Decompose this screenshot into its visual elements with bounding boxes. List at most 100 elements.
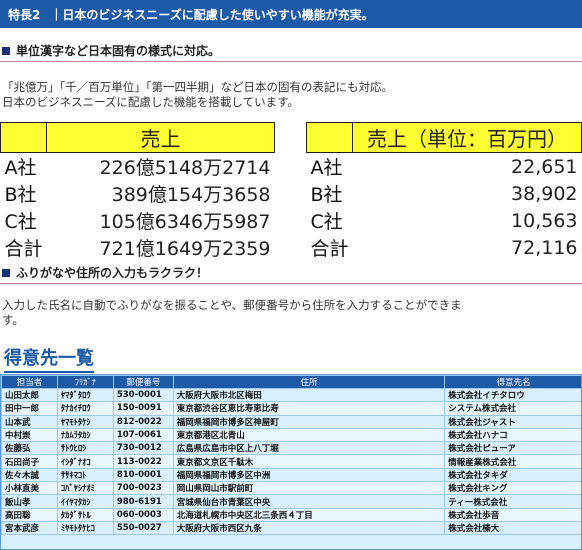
- kanji-unit-table: 売上 A社 226億5148万2714 B社 389億154万3658 C社 105億…: [0, 122, 275, 261]
- square-bullet-icon: [2, 46, 10, 55]
- cell-staff[interactable]: 飯山孝: [1, 494, 58, 509]
- table-row[interactable]: 田中一郎 ﾀﾅｶｲﾁﾛｳ 150-0091 東京都渋谷区恵比寿恵比寿 システム株式会社: [1, 401, 581, 416]
- cell-postal[interactable]: 107-0061: [112, 427, 174, 443]
- table-row[interactable]: 小林直美 ｺﾊﾞﾔｼﾅｵﾐ 700-0023 岡山県岡山市駅前町 株式会社キング: [1, 481, 581, 496]
- table-row[interactable]: 宮本武彦 ﾐﾔﾓﾄﾀｹﾋｺ 550-0027 大阪府大阪市西区九条 株式会社榛大: [1, 520, 581, 536]
- cell-address[interactable]: 岡山県岡山市駅前町: [172, 481, 446, 496]
- square-bullet-icon: [2, 268, 10, 277]
- table-row[interactable]: 石田尚子 ｲｼﾀﾞﾅｵｺ 113-0022 東京都文京区千駄木 情報産業株式会社: [1, 454, 581, 469]
- section2-description: 入力した氏名に自動でふりがなを振ることや、郵便番号から住所を入力することができま…: [2, 298, 462, 328]
- cell-company[interactable]: システム株式会社: [444, 401, 581, 416]
- row-value: 389億154万3658: [111, 184, 271, 206]
- cell-kana[interactable]: ﾀｶﾀﾞｻﾄﾙ: [56, 507, 114, 522]
- million-yen-table: 売上（単位：百万円） A社 22,651 B社 38,902 C社 10,563 合計…: [305, 122, 582, 261]
- table-row[interactable]: 山本武 ﾔﾏﾓﾄﾀｹｼ 812-0022 福岡県福岡市博多区神屋町 株式会社ジャスト: [1, 414, 581, 429]
- cell-kana[interactable]: ﾀﾅｶｲﾁﾛｳ: [56, 401, 114, 416]
- cell-company[interactable]: 株式会社ハナコ: [444, 427, 581, 443]
- row-value: 105億6346万5987: [99, 211, 271, 233]
- cell-address[interactable]: 大阪府大阪市北区梅田: [172, 387, 446, 403]
- section1-heading-text: 単位漢字など日本固有の様式に対応。: [16, 44, 221, 58]
- cell-kana[interactable]: ﾔﾏﾀﾞﾀﾛｳ: [56, 387, 114, 403]
- row-label: A社: [310, 157, 343, 179]
- row-value: 38,902: [511, 182, 578, 205]
- customer-table: 担当者 ﾌﾘｶﾞﾅ 郵便番号 住所 得意先名 山田太郎 ﾔﾏﾀﾞﾀﾛｳ 530-00…: [1, 375, 581, 536]
- table-row[interactable]: 高田聡 ﾀｶﾀﾞｻﾄﾙ 060-0003 北海道札幌市中央区北三条西４丁目 株式会社歩音: [1, 507, 581, 522]
- cell-kana[interactable]: ｻｻｷﾏｺﾄ: [56, 467, 114, 483]
- cell-postal[interactable]: 980-6191: [112, 494, 174, 509]
- table-row[interactable]: 山田太郎 ﾔﾏﾀﾞﾀﾛｳ 530-0001 大阪府大阪市北区梅田 株式会社イチタロウ: [1, 387, 581, 403]
- customer-table-body: 山田太郎 ﾔﾏﾀﾞﾀﾛｳ 530-0001 大阪府大阪市北区梅田 株式会社イチタロウ 田中…: [1, 387, 581, 536]
- cell-address[interactable]: 福岡県福岡市博多区中洲: [172, 467, 446, 483]
- cell-staff[interactable]: 山田太郎: [1, 387, 58, 403]
- cell-postal[interactable]: 550-0027: [112, 520, 174, 536]
- section2-heading-text: ふりがなや住所の入力もラクラク！: [16, 266, 209, 280]
- cell-company[interactable]: 株式会社キング: [444, 481, 581, 496]
- cell-company[interactable]: 株式会社ピューア: [444, 441, 581, 456]
- cell-address[interactable]: 東京都文京区千駄木: [172, 454, 446, 469]
- cell-staff[interactable]: 高田聡: [1, 507, 58, 522]
- cell-company[interactable]: 株式会社歩音: [444, 507, 581, 522]
- cell-staff[interactable]: 田中一郎: [1, 401, 58, 416]
- cell-postal[interactable]: 730-0012: [112, 441, 174, 456]
- row-value: 22,651: [511, 155, 578, 178]
- cell-address[interactable]: 宮城県仙台市青葉区中央: [172, 494, 446, 509]
- cell-address[interactable]: 東京都渋谷区恵比寿恵比寿: [172, 401, 446, 416]
- column-header-postal[interactable]: 郵便番号: [112, 375, 174, 389]
- table-corner: [0, 122, 48, 153]
- row-label: A社: [4, 157, 37, 179]
- cell-kana[interactable]: ｻﾄｳﾋﾛｼ: [56, 441, 114, 456]
- cell-postal[interactable]: 810-0001: [112, 467, 174, 483]
- cell-company[interactable]: ティー株式会社: [444, 494, 581, 509]
- cell-company[interactable]: 情報産業株式会社: [444, 454, 581, 469]
- row-value: 72,116: [511, 236, 578, 259]
- row-value: 10,563: [511, 209, 578, 232]
- section1-desc-line2: 日本のビジネスニーズに配慮した機能を搭載しています。: [2, 95, 299, 109]
- cell-staff[interactable]: 中村崇: [1, 427, 58, 443]
- cell-staff[interactable]: 佐々木誠: [1, 467, 58, 483]
- table-corner: [305, 122, 354, 153]
- cell-kana[interactable]: ｲｲﾔﾏﾀｶｼ: [56, 494, 114, 509]
- cell-company[interactable]: 株式会社イチタロウ: [444, 387, 581, 403]
- cell-staff[interactable]: 小林直美: [1, 481, 58, 496]
- section2-desc-line2: す。: [2, 313, 24, 327]
- section1-description: 「兆億万」「千／百万単位」「第一四半期」など日本の固有の表記にも対応。 日本のビ…: [2, 80, 393, 110]
- feature-tag: 特長2: [8, 7, 41, 22]
- cell-address[interactable]: 大阪府大阪市西区九条: [172, 520, 446, 536]
- cell-postal[interactable]: 150-0091: [112, 401, 174, 416]
- table-row[interactable]: 飯山孝 ｲｲﾔﾏﾀｶｼ 980-6191 宮城県仙台市青葉区中央 ティー株式会社: [1, 494, 581, 509]
- cell-company[interactable]: 株式会社タキダ: [444, 467, 581, 483]
- column-header-company[interactable]: 得意先名: [444, 375, 581, 389]
- cell-company[interactable]: 株式会社榛大: [444, 520, 581, 536]
- cell-kana[interactable]: ﾔﾏﾓﾄﾀｹｼ: [56, 414, 114, 429]
- cell-kana[interactable]: ｲｼﾀﾞﾅｵｺ: [56, 454, 114, 469]
- cell-kana[interactable]: ｺﾊﾞﾔｼﾅｵﾐ: [56, 481, 114, 496]
- table-row[interactable]: 中村崇 ﾅｶﾑﾗﾀｶｼ 107-0061 東京都港区北青山 株式会社ハナコ: [1, 427, 581, 443]
- customer-list-title: 得意先一覧: [4, 344, 94, 373]
- cell-company[interactable]: 株式会社ジャスト: [444, 414, 581, 429]
- cell-address[interactable]: 福岡県福岡市博多区神屋町: [172, 414, 446, 429]
- cell-postal[interactable]: 113-0022: [112, 454, 174, 469]
- column-header-address[interactable]: 住所: [172, 375, 446, 389]
- cell-address[interactable]: 東京都港区北青山: [172, 427, 446, 443]
- column-header-kana[interactable]: ﾌﾘｶﾞﾅ: [56, 375, 114, 389]
- cell-postal[interactable]: 530-0001: [112, 387, 174, 403]
- feature-title: ｜日本のビジネスニーズに配慮した使いやすい機能が充実。: [50, 7, 374, 22]
- feature-banner: 特長2 ｜日本のビジネスニーズに配慮した使いやすい機能が充実。: [0, 0, 582, 28]
- cell-kana[interactable]: ﾅｶﾑﾗﾀｶｼ: [56, 427, 114, 443]
- row-label: B社: [4, 184, 37, 206]
- cell-staff[interactable]: 佐藤弘: [1, 441, 58, 456]
- cell-postal[interactable]: 700-0023: [112, 481, 174, 496]
- customer-header-row: 担当者 ﾌﾘｶﾞﾅ 郵便番号 住所 得意先名: [1, 375, 581, 389]
- column-header-staff[interactable]: 担当者: [1, 375, 58, 389]
- table-row[interactable]: 佐藤弘 ｻﾄｳﾋﾛｼ 730-0012 広島県広島市中区上八丁堀 株式会社ピューア: [1, 441, 581, 456]
- cell-address[interactable]: 広島県広島市中区上八丁堀: [172, 441, 446, 456]
- cell-staff[interactable]: 山本武: [1, 414, 58, 429]
- cell-staff[interactable]: 宮本武彦: [1, 520, 58, 536]
- cell-kana[interactable]: ﾐﾔﾓﾄﾀｹﾋｺ: [56, 520, 114, 536]
- row-label: C社: [4, 211, 37, 233]
- cell-staff[interactable]: 石田尚子: [1, 454, 58, 469]
- table-row[interactable]: 佐々木誠 ｻｻｷﾏｺﾄ 810-0001 福岡県福岡市博多区中洲 株式会社タキダ: [1, 467, 581, 483]
- cell-postal[interactable]: 060-0003: [112, 507, 174, 522]
- cell-address[interactable]: 北海道札幌市中央区北三条西４丁目: [172, 507, 446, 522]
- cell-postal[interactable]: 812-0022: [112, 414, 174, 429]
